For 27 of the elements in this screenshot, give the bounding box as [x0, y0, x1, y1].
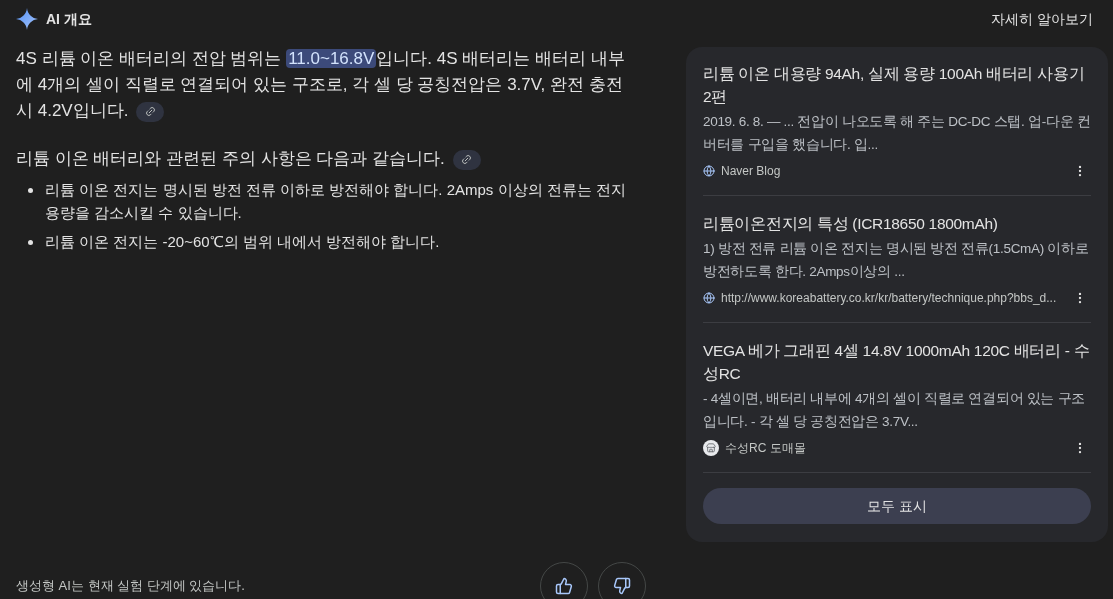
- globe-icon: [703, 292, 715, 304]
- disclaimer-text: 생성형 AI는 현재 실험 단계에 있습니다.: [16, 577, 245, 595]
- source-snippet: 1) 방전 전류 리튬 이온 전지는 명시된 방전 전류(1.5CmA) 이하로 방전하도록 한다. 2Amps이상의 ...: [703, 240, 1090, 281]
- thumbs-up-icon: [555, 577, 573, 595]
- bullet-text: 리튬 이온 전지는 명시된 방전 전류 이하로 방전해야 합니다. 2Amps 이상의 전류는 전지 용량을 감소시킬 수 있습니다.: [45, 180, 627, 223]
- source-site: Naver Blog: [721, 163, 781, 180]
- source-title[interactable]: 리튬 이온 대용량 94Ah, 실제 용량 100Ah 배터리 사용기 2편: [703, 62, 1091, 108]
- source-title[interactable]: VEGA 베가 그래핀 4셀 14.8V 1000mAh 120C 배터리 - 수성RC: [703, 339, 1091, 385]
- source-site: 수성RC 도매몰: [725, 440, 806, 457]
- sparkle-icon: [16, 8, 38, 30]
- thumbs-down-icon: [613, 577, 631, 595]
- source-snippet: 2019. 6. 8. — ... 전압이 나오도록 해 주는 DC-DC 스탭. 업-다운 컨버터를 구입을 했습니다. 입...: [703, 113, 1091, 154]
- overview-title: AI 개요: [46, 9, 92, 29]
- source-snippet: - 4셀이면, 배터리 내부에 4개의 셀이 직렬로 연결되어 있는 구조입니다. - 각 셀 당 공칭전압은 3.7V...: [703, 390, 1086, 431]
- bullet-icon: [28, 188, 33, 193]
- store-icon: [703, 440, 719, 456]
- learn-more-link[interactable]: 자세히 알아보기: [991, 8, 1093, 30]
- answer-paragraph: 4S 리튬 이온 배터리의 전압 범위는 11.0~16.8V입니다. 4S 배터리는 배터리 내부에 4개의 셀이 직렬로 연결되어 있는 구조로, 각 셀 당 공칭전압은 3.7V, 완전 충전시 4.2V입니다.: [16, 48, 626, 124]
- bullet-icon: [28, 240, 33, 245]
- globe-icon: [703, 165, 715, 177]
- link-button[interactable]: [136, 101, 165, 122]
- show-all-button[interactable]: 모두 표시: [703, 488, 1091, 524]
- source-title[interactable]: 리튬이온전지의 특성 (ICR18650 1800mAh): [703, 212, 1091, 235]
- answer-paragraph: 리튬 이온 배터리와 관련된 주의 사항은 다음과 같습니다.: [16, 146, 630, 172]
- source-site: http://www.koreabattery.co.kr/kr/battery/technique.php?bbs_d...: [721, 290, 1057, 307]
- link-button[interactable]: [452, 149, 481, 170]
- bullet-text: 리튬 이온 전지는 -20~60℃의 범위 내에서 방전해야 합니다.: [45, 232, 440, 252]
